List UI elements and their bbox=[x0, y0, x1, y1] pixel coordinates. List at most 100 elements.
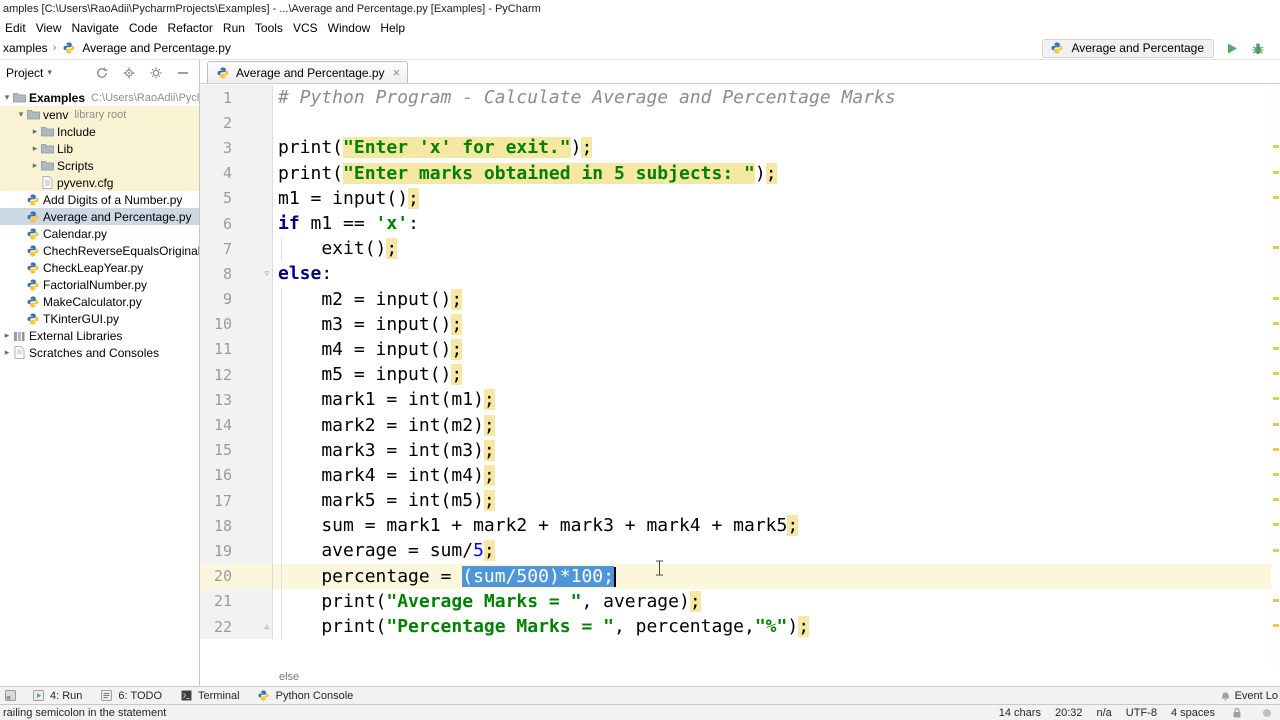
code-line-18[interactable]: 18 sum = mark1 + mark2 + mark3 + mark4 +… bbox=[200, 513, 1280, 539]
warning-stripe-mark[interactable] bbox=[1273, 422, 1279, 426]
tree-item[interactable]: ▾ venv library root bbox=[0, 106, 199, 123]
code-line-22[interactable]: 22 ▵ print("Percentage Marks = ", percent… bbox=[200, 613, 1280, 640]
toolwindow-python-console-button[interactable]: Python Console bbox=[248, 687, 362, 704]
tree-expand-arrow[interactable]: ▸ bbox=[30, 127, 40, 137]
code-line-11[interactable]: 11 m4 = input(); bbox=[200, 336, 1280, 363]
tree-item[interactable]: ▸ Scratches and Consoles bbox=[0, 344, 199, 361]
project-panel-title[interactable]: Project bbox=[6, 66, 43, 80]
tree-item[interactable]: pyvenv.cfg bbox=[0, 174, 199, 191]
code-line-4[interactable]: 4 print("Enter marks obtained in 5 subjec… bbox=[200, 160, 1280, 186]
fold-marker[interactable]: ▿ bbox=[264, 269, 269, 279]
tree-expand-arrow[interactable]: ▾ bbox=[2, 93, 12, 103]
warning-stripe-mark[interactable] bbox=[1273, 145, 1279, 149]
toolwindow-terminal-button[interactable]: Terminal bbox=[170, 687, 248, 704]
tree-expand-arrow[interactable]: ▸ bbox=[30, 161, 40, 171]
code-line-9[interactable]: 9 m2 = input(); bbox=[200, 286, 1280, 312]
menu-vcs[interactable]: VCS bbox=[288, 21, 323, 35]
line-separator[interactable]: n/a bbox=[1097, 707, 1112, 719]
warning-stripe-mark[interactable] bbox=[1273, 246, 1279, 250]
code-line-17[interactable]: 17 mark5 = int(m5); bbox=[200, 488, 1280, 514]
warning-stripe-mark[interactable] bbox=[1273, 296, 1279, 300]
tab-close-icon[interactable]: × bbox=[393, 66, 401, 79]
menu-tools[interactable]: Tools bbox=[250, 21, 288, 35]
tree-item[interactable]: ▸ Include bbox=[0, 123, 199, 140]
debug-button[interactable] bbox=[1250, 40, 1266, 56]
readonly-toggle[interactable] bbox=[1229, 705, 1245, 720]
code-line-5[interactable]: 5 m1 = input(); bbox=[200, 185, 1280, 211]
menu-refactor[interactable]: Refactor bbox=[163, 21, 218, 35]
run-config-select[interactable]: Average and Percentage bbox=[1042, 38, 1214, 58]
tree-item[interactable]: ▾ Examples C:\Users\RaoAdii\PycharmP bbox=[0, 89, 199, 106]
code-line-15[interactable]: 15 mark3 = int(m3); bbox=[200, 437, 1280, 463]
warning-stripe-mark[interactable] bbox=[1273, 321, 1279, 325]
code-line-14[interactable]: 14 mark2 = int(m2); bbox=[200, 412, 1280, 438]
code-line-21[interactable]: 21 print("Average Marks = ", average); bbox=[200, 588, 1280, 614]
menu-edit[interactable]: Edit bbox=[0, 21, 31, 35]
tree-expand-arrow[interactable]: ▸ bbox=[2, 331, 12, 341]
warning-stripe-mark[interactable] bbox=[1273, 498, 1279, 502]
menu-run[interactable]: Run bbox=[218, 21, 250, 35]
menu-code[interactable]: Code bbox=[124, 21, 163, 35]
locate-file-button[interactable] bbox=[121, 65, 137, 81]
tree-expand-arrow[interactable]: ▸ bbox=[2, 348, 12, 358]
run-button[interactable] bbox=[1224, 40, 1240, 56]
warning-stripe-mark[interactable] bbox=[1273, 195, 1279, 199]
warning-stripe-mark[interactable] bbox=[1273, 447, 1279, 451]
caret-position[interactable]: 20:32 bbox=[1055, 707, 1083, 719]
code-line-12[interactable]: 12 m5 = input(); bbox=[200, 362, 1280, 388]
warning-stripe-mark[interactable] bbox=[1273, 523, 1279, 527]
breadcrumb-root[interactable]: xamples bbox=[3, 41, 48, 55]
code-line-1[interactable]: 1 # Python Program - Calculate Average an… bbox=[200, 85, 1280, 111]
breadcrumb-file[interactable]: Average and Percentage.py bbox=[82, 41, 231, 55]
tree-item[interactable]: TKinterGUI.py bbox=[0, 310, 199, 327]
tree-item[interactable]: Calendar.py bbox=[0, 225, 199, 242]
warning-stripe-mark[interactable] bbox=[1273, 397, 1279, 401]
warning-stripe-mark[interactable] bbox=[1273, 473, 1279, 476]
code-line-6[interactable]: 6 if m1 == 'x': bbox=[200, 210, 1280, 237]
menu-navigate[interactable]: Navigate bbox=[66, 21, 123, 35]
warning-stripe-mark[interactable] bbox=[1273, 624, 1279, 628]
toolwindow-switcher-icon[interactable] bbox=[5, 690, 16, 701]
fold-marker[interactable]: ▵ bbox=[264, 622, 269, 632]
panel-settings-button[interactable] bbox=[148, 65, 164, 81]
warning-stripe-mark[interactable] bbox=[1273, 347, 1279, 350]
menu-view[interactable]: View bbox=[31, 21, 67, 35]
code-line-8[interactable]: 8 ▿ else: bbox=[200, 261, 1280, 287]
toolwindow-todo-button[interactable]: 6: TODO bbox=[90, 687, 170, 704]
code-line-10[interactable]: 10 m3 = input(); bbox=[200, 311, 1280, 337]
tree-item[interactable]: FactorialNumber.py bbox=[0, 276, 199, 293]
code-line-3[interactable]: 3 print("Enter 'x' for exit."); bbox=[200, 135, 1280, 161]
code-line-13[interactable]: 13 mark1 = int(m1); bbox=[200, 387, 1280, 413]
selection-size[interactable]: 14 chars bbox=[999, 707, 1041, 719]
tree-item[interactable]: CheckLeapYear.py bbox=[0, 259, 199, 276]
editor-tab[interactable]: Average and Percentage.py × bbox=[207, 61, 409, 83]
tree-expand-arrow[interactable]: ▾ bbox=[16, 110, 26, 120]
highlighting-level-indicator[interactable] bbox=[1259, 705, 1275, 720]
hide-panel-button[interactable] bbox=[175, 65, 191, 81]
tree-item[interactable]: MakeCalculator.py bbox=[0, 293, 199, 310]
code-line-2[interactable]: 2 bbox=[200, 110, 1280, 136]
menu-window[interactable]: Window bbox=[323, 21, 376, 35]
tree-item[interactable]: ▸ Scripts bbox=[0, 157, 199, 174]
code-line-19[interactable]: 19 average = sum/5; bbox=[200, 538, 1280, 564]
breadcrumb-scope[interactable]: else bbox=[279, 671, 299, 683]
tree-item[interactable]: ▸ Lib bbox=[0, 140, 199, 157]
indent-size[interactable]: 4 spaces bbox=[1171, 707, 1215, 719]
event-log-button[interactable]: Event Lo bbox=[1220, 690, 1278, 702]
tree-item[interactable]: ▸ External Libraries bbox=[0, 327, 199, 344]
tree-expand-arrow[interactable]: ▸ bbox=[30, 144, 40, 154]
file-encoding[interactable]: UTF-8 bbox=[1126, 707, 1157, 719]
code-line-7[interactable]: 7 exit(); bbox=[200, 236, 1280, 262]
error-stripe[interactable] bbox=[1271, 84, 1280, 668]
warning-stripe-mark[interactable] bbox=[1273, 599, 1279, 602]
code-line-16[interactable]: 16 mark4 = int(m4); bbox=[200, 462, 1280, 488]
refresh-button[interactable] bbox=[94, 65, 110, 81]
menu-help[interactable]: Help bbox=[375, 21, 410, 35]
warning-stripe-mark[interactable] bbox=[1273, 548, 1279, 552]
warning-stripe-mark[interactable] bbox=[1273, 372, 1279, 376]
tree-item[interactable]: ChechReverseEqualsOriginal.py bbox=[0, 242, 199, 259]
tree-item[interactable]: Average and Percentage.py bbox=[0, 208, 199, 225]
code-editor[interactable]: 1 # Python Program - Calculate Average an… bbox=[200, 84, 1280, 668]
tree-item[interactable]: Add Digits of a Number.py bbox=[0, 191, 199, 208]
toolwindow-run-button[interactable]: 4: Run bbox=[22, 687, 90, 704]
